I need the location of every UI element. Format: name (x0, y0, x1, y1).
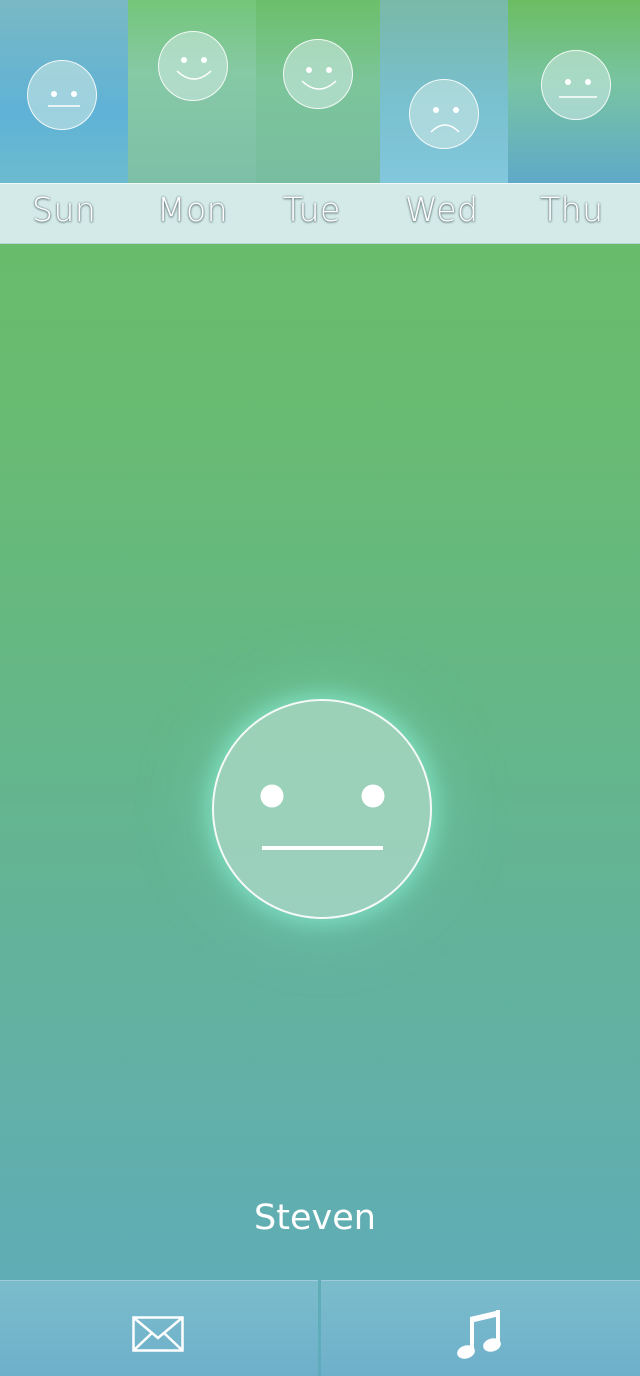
neutral-face-icon (541, 50, 611, 120)
week-strip: Sun Mon Tue Wed Thu (0, 0, 640, 244)
music-note-icon (457, 1310, 501, 1359)
music-button[interactable] (321, 1280, 640, 1376)
neutral-face-icon (27, 60, 97, 130)
happy-face-icon (283, 39, 353, 109)
happy-face-icon (158, 31, 228, 101)
mail-button[interactable] (0, 1280, 318, 1376)
bottom-toolbar (0, 1280, 640, 1376)
day-label-thu[interactable]: Thu (540, 190, 604, 229)
day-column-tue[interactable] (256, 0, 380, 183)
sad-face-icon (409, 79, 479, 149)
day-label-mon[interactable]: Mon (157, 190, 228, 229)
day-column-sun[interactable] (0, 0, 128, 183)
day-label-sun[interactable]: Sun (32, 190, 96, 229)
day-label-wed[interactable]: Wed (405, 190, 478, 229)
user-name: Steven (254, 1198, 376, 1238)
neutral-face-icon (260, 784, 385, 850)
day-column-thu[interactable] (508, 0, 640, 183)
day-label-tue[interactable]: Tue (283, 190, 341, 229)
current-mood-face[interactable] (212, 699, 432, 919)
day-column-mon[interactable] (128, 0, 256, 183)
day-column-wed[interactable] (380, 0, 508, 183)
envelope-icon (132, 1316, 184, 1352)
